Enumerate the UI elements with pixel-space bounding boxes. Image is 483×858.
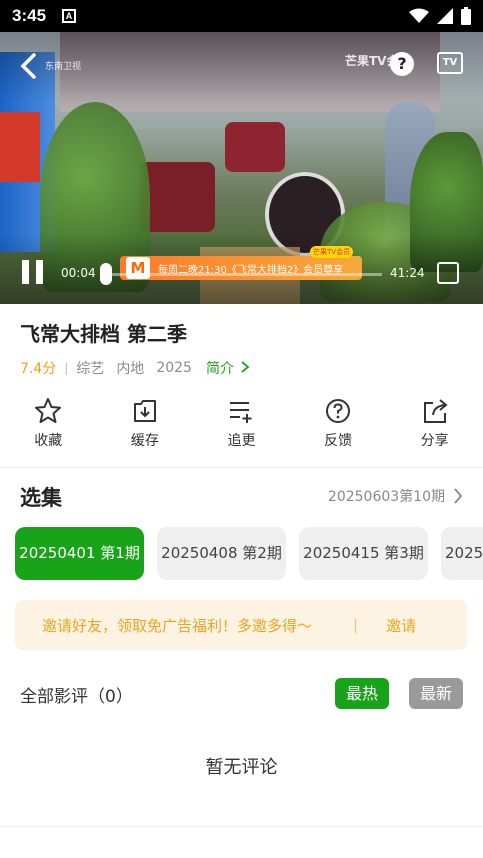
feedback-label: 反馈 (324, 433, 353, 449)
favorite-label: 收藏 (34, 433, 63, 449)
share-icon (421, 396, 449, 426)
feedback-button[interactable]: 反馈 (290, 396, 387, 456)
fullscreen-button[interactable] (437, 262, 459, 284)
intro-link[interactable]: 简介 (206, 358, 250, 378)
show-score: 7.4分 (20, 361, 57, 377)
invite-banner[interactable]: 邀请好友，领取免广告福利！多邀多得～ | 邀请 (15, 600, 467, 650)
all-episodes-link[interactable]: 20250603第10期 (328, 486, 463, 506)
episode-list[interactable]: 20250401 第1期 20250408 第2期 20250415 第3期 2025 (15, 527, 483, 580)
show-year: 2025 (156, 360, 192, 376)
pause-icon (36, 260, 43, 284)
signal-icon (437, 8, 453, 24)
download-icon (131, 396, 159, 426)
question-icon (324, 396, 352, 426)
intro-label: 简介 (205, 361, 234, 377)
channel-logo: 东南卫视 (45, 62, 82, 72)
video-scene (225, 122, 285, 172)
meta-separator: | (64, 361, 69, 375)
episodes-title: 选集 (20, 486, 62, 510)
episode-chip[interactable]: 2025 (441, 527, 483, 580)
download-button[interactable]: 缓存 (97, 396, 194, 456)
reviews-title: 全部影评（0） (20, 687, 133, 707)
section-divider (0, 467, 483, 468)
pause-button[interactable] (22, 260, 44, 284)
status-time: 3:45 (12, 6, 47, 25)
promo-banner[interactable]: M 每周二晚21:30《飞常大排档2》会员尊享 (120, 256, 362, 280)
current-time: 00:04 (61, 266, 96, 280)
star-icon (34, 396, 62, 426)
episode-chip[interactable]: 20250415 第3期 (299, 527, 428, 580)
cast-tv-button[interactable]: TV (437, 52, 463, 74)
episode-chip[interactable]: 20250408 第2期 (157, 527, 286, 580)
invite-text: 邀请好友，领取免广告福利！多邀多得～ (42, 616, 313, 635)
empty-reviews-text: 暂无评论 (205, 757, 278, 778)
back-button[interactable] (18, 52, 46, 80)
video-scene (140, 162, 215, 232)
promo-tag: 芒果TV会员 (310, 246, 354, 258)
app-notification-icon: A (62, 9, 77, 23)
wifi-icon (409, 8, 429, 23)
follow-updates-button[interactable]: 追更 (193, 396, 290, 456)
chevron-left-icon (20, 53, 36, 79)
progress-handle[interactable] (100, 263, 112, 285)
status-bar: 3:45 A (0, 0, 483, 32)
invite-button[interactable]: 邀请 (386, 615, 416, 636)
invite-separator: | (353, 616, 359, 634)
download-label: 缓存 (130, 433, 159, 449)
episode-chip[interactable]: 20250401 第1期 (15, 527, 144, 580)
show-title: 飞常大排档 第二季 (20, 322, 187, 346)
section-divider (0, 826, 483, 827)
show-meta: 7.4分 | 综艺 内地 2025 简介 (20, 358, 250, 378)
help-button[interactable]: ? (390, 52, 414, 76)
action-bar: 收藏 缓存 追更 反馈 分享 (0, 396, 483, 456)
progress-bar[interactable] (106, 273, 382, 276)
video-player[interactable]: 东南卫视 芒果TV会员 ? TV M 每周二晚21:30《飞常大排档2》会员尊享… (0, 32, 483, 304)
pause-icon (22, 260, 29, 284)
share-button[interactable]: 分享 (386, 396, 483, 456)
latest-episode-label: 20250603第10期 (327, 489, 445, 505)
playlist-add-icon (227, 396, 255, 426)
chevron-right-icon (454, 488, 463, 504)
status-indicators (409, 7, 471, 25)
chevron-right-icon (241, 361, 250, 373)
sort-new-button[interactable]: 最新 (409, 678, 463, 709)
sort-hot-button[interactable]: 最热 (335, 678, 389, 709)
battery-icon (461, 7, 471, 25)
follow-updates-label: 追更 (227, 433, 256, 449)
show-region: 内地 (116, 361, 145, 377)
video-scene (0, 112, 40, 182)
total-time: 41:24 (390, 266, 425, 280)
share-label: 分享 (420, 433, 449, 449)
show-genre: 综艺 (76, 361, 105, 377)
favorite-button[interactable]: 收藏 (0, 396, 97, 456)
